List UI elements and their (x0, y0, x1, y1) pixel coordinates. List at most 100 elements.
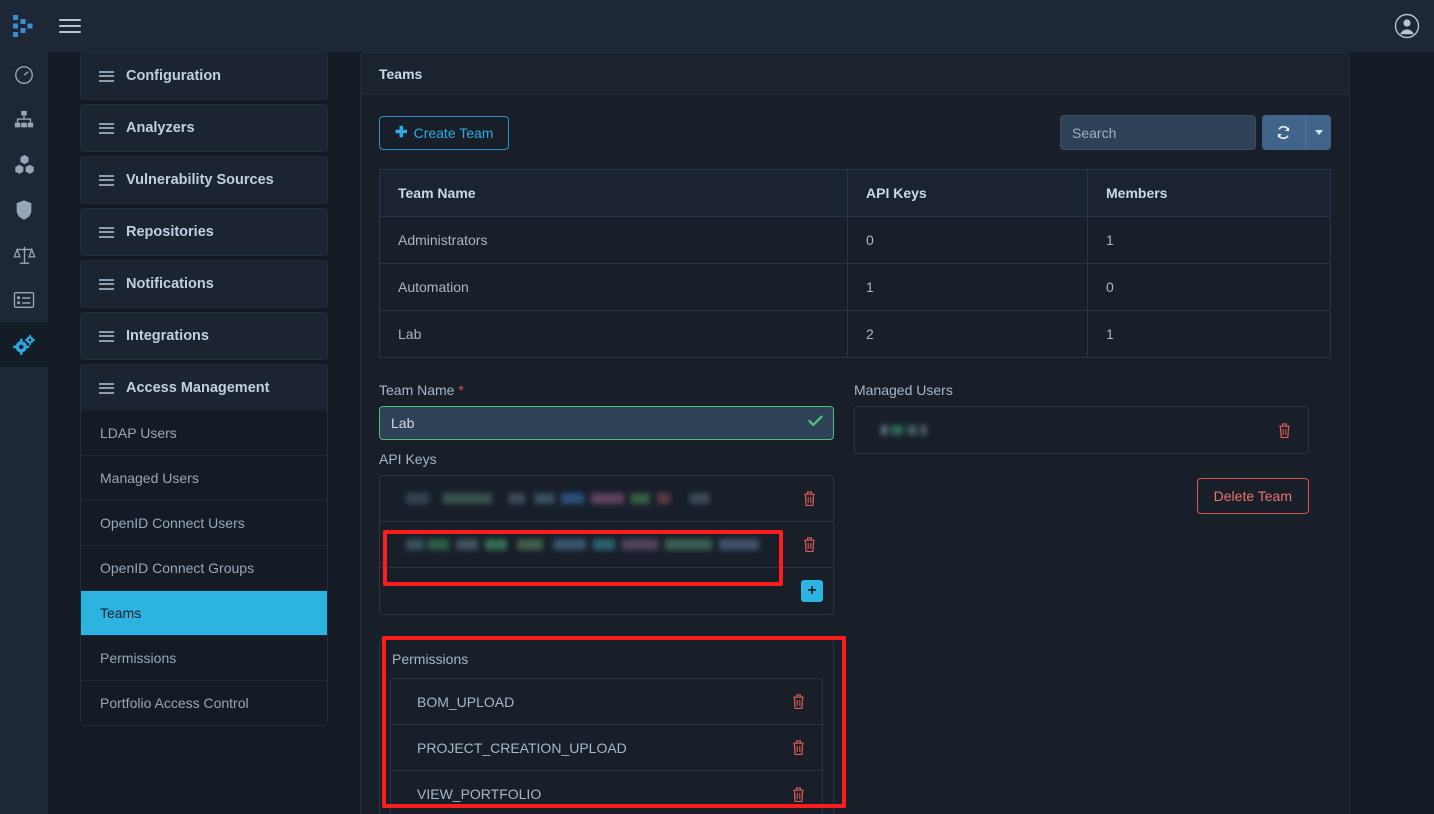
chevron-down-icon (1315, 130, 1323, 135)
team-name-label: Team Name * (379, 382, 834, 398)
sidebar-group-header[interactable]: Configuration (81, 53, 327, 99)
gears-icon (12, 334, 36, 356)
add-api-key-button[interactable]: + (801, 580, 823, 602)
sidebar-group-vulnerability-sources[interactable]: Vulnerability Sources (80, 156, 328, 204)
settings-sidebar: Configuration Analyzers Vulnerability So… (48, 52, 360, 814)
shield-icon (14, 199, 34, 221)
sidebar-group-access-management[interactable]: Access Management LDAP Users Managed Use… (80, 364, 328, 726)
plus-icon: ✚ (395, 125, 408, 140)
rail-item-vulnerabilities[interactable] (0, 187, 48, 232)
bars-icon (99, 331, 114, 342)
permission-label: PROJECT_CREATION_UPLOAD (417, 740, 627, 756)
sidebar-group-analyzers[interactable]: Analyzers (80, 104, 328, 152)
permission-label: BOM_UPLOAD (417, 694, 514, 710)
delete-api-key-button[interactable] (798, 488, 821, 509)
detail-left-column: Team Name * API Keys (379, 382, 834, 814)
sidebar-group-repositories[interactable]: Repositories (80, 208, 328, 256)
search-input[interactable] (1060, 115, 1256, 150)
rail-item-policy-violations[interactable] (0, 232, 48, 277)
bars-icon (99, 123, 114, 134)
hamburger-bar (59, 25, 81, 27)
delete-permission-button[interactable] (787, 737, 810, 758)
permission-row[interactable]: VIEW_PORTFOLIO (391, 771, 822, 814)
team-name-label-text: Team Name (379, 382, 454, 398)
trash-icon (791, 786, 806, 803)
rail-item-audit[interactable] (0, 277, 48, 322)
api-key-row[interactable] (380, 476, 833, 522)
sidebar-group-integrations[interactable]: Integrations (80, 312, 328, 360)
sidebar-group-label: Integrations (126, 328, 209, 344)
hamburger-menu-icon[interactable] (48, 0, 92, 52)
column-header-api-keys[interactable]: API Keys (848, 170, 1088, 217)
sidebar-group-header[interactable]: Notifications (81, 261, 327, 307)
sidebar-group-header[interactable]: Vulnerability Sources (81, 157, 327, 203)
table-row[interactable]: Lab 2 1 (380, 311, 1331, 358)
bars-icon (99, 279, 114, 290)
sidebar-item-permissions[interactable]: Permissions (81, 636, 327, 681)
panel-body: ✚ Create Team (361, 95, 1349, 814)
sidebar-group-label: Configuration (126, 68, 221, 84)
table-row[interactable]: Administrators 0 1 (380, 217, 1331, 264)
delete-permission-button[interactable] (787, 784, 810, 805)
permissions-label: Permissions (380, 640, 833, 678)
cell-members: 0 (1088, 264, 1331, 311)
primary-icon-rail (0, 52, 48, 814)
panel-title: Teams (361, 53, 1349, 95)
hamburger-bar (59, 19, 81, 21)
sidebar-item-teams[interactable]: Teams (81, 591, 327, 636)
required-marker: * (458, 382, 463, 398)
sidebar-group-header[interactable]: Analyzers (81, 105, 327, 151)
delete-team-button[interactable]: Delete Team (1197, 478, 1309, 514)
cell-team-name: Lab (380, 311, 848, 358)
sidebar-group-header[interactable]: Access Management (81, 365, 327, 411)
sidebar-item-ldap-users[interactable]: LDAP Users (81, 411, 327, 456)
column-header-team-name[interactable]: Team Name (380, 170, 848, 217)
user-avatar[interactable] (1380, 0, 1434, 52)
permission-row[interactable]: BOM_UPLOAD (391, 679, 822, 725)
sidebar-item-managed-users[interactable]: Managed Users (81, 456, 327, 501)
delete-api-key-button[interactable] (798, 534, 821, 555)
column-header-members[interactable]: Members (1088, 170, 1331, 217)
sidebar-group-header[interactable]: Repositories (81, 209, 327, 255)
sidebar-group-label: Notifications (126, 276, 214, 292)
managed-user-row[interactable] (855, 407, 1308, 453)
trash-icon (802, 490, 817, 507)
brand-logo[interactable] (0, 0, 48, 52)
rail-item-projects[interactable] (0, 97, 48, 142)
rail-item-dashboard[interactable] (0, 52, 48, 97)
delete-managed-user-button[interactable] (1273, 420, 1296, 441)
teams-toolbar: ✚ Create Team (379, 115, 1331, 150)
permission-row[interactable]: PROJECT_CREATION_UPLOAD (391, 725, 822, 771)
table-row[interactable]: Automation 1 0 (380, 264, 1331, 311)
api-key-value-redacted (406, 493, 736, 504)
sidebar-item-portfolio-access-control[interactable]: Portfolio Access Control (81, 681, 327, 725)
sidebar-item-openid-connect-groups[interactable]: OpenID Connect Groups (81, 546, 327, 591)
permissions-list: BOM_UPLOAD (390, 678, 823, 814)
refresh-options-button[interactable] (1305, 115, 1331, 150)
team-name-input-wrap (379, 406, 834, 440)
sidebar-group-header[interactable]: Integrations (81, 313, 327, 359)
api-key-row[interactable] (380, 522, 833, 568)
api-key-value-redacted (406, 539, 766, 550)
cell-team-name: Automation (380, 264, 848, 311)
api-keys-list: + (379, 475, 834, 615)
team-name-input[interactable] (379, 406, 834, 440)
api-key-add-row: + (380, 568, 833, 614)
sidebar-group-configuration[interactable]: Configuration (80, 52, 328, 100)
sidebar-item-openid-connect-users[interactable]: OpenID Connect Users (81, 501, 327, 546)
trash-icon (791, 693, 806, 710)
teams-panel: Teams ✚ Create Team (360, 52, 1350, 814)
sitemap-icon (13, 109, 35, 131)
rail-item-administration[interactable] (0, 322, 48, 367)
delete-permission-button[interactable] (787, 691, 810, 712)
teams-table-head: Team Name API Keys Members (380, 170, 1331, 217)
trash-icon (802, 536, 817, 553)
create-team-button[interactable]: ✚ Create Team (379, 116, 509, 150)
rail-item-components[interactable] (0, 142, 48, 187)
sidebar-group-notifications[interactable]: Notifications (80, 260, 328, 308)
bars-icon (99, 175, 114, 186)
refresh-button[interactable] (1262, 115, 1305, 150)
team-detail-editor: Team Name * API Keys (379, 382, 1331, 814)
main-content: Teams ✚ Create Team (360, 52, 1434, 814)
permissions-list-box: BOM_UPLOAD (390, 678, 823, 814)
